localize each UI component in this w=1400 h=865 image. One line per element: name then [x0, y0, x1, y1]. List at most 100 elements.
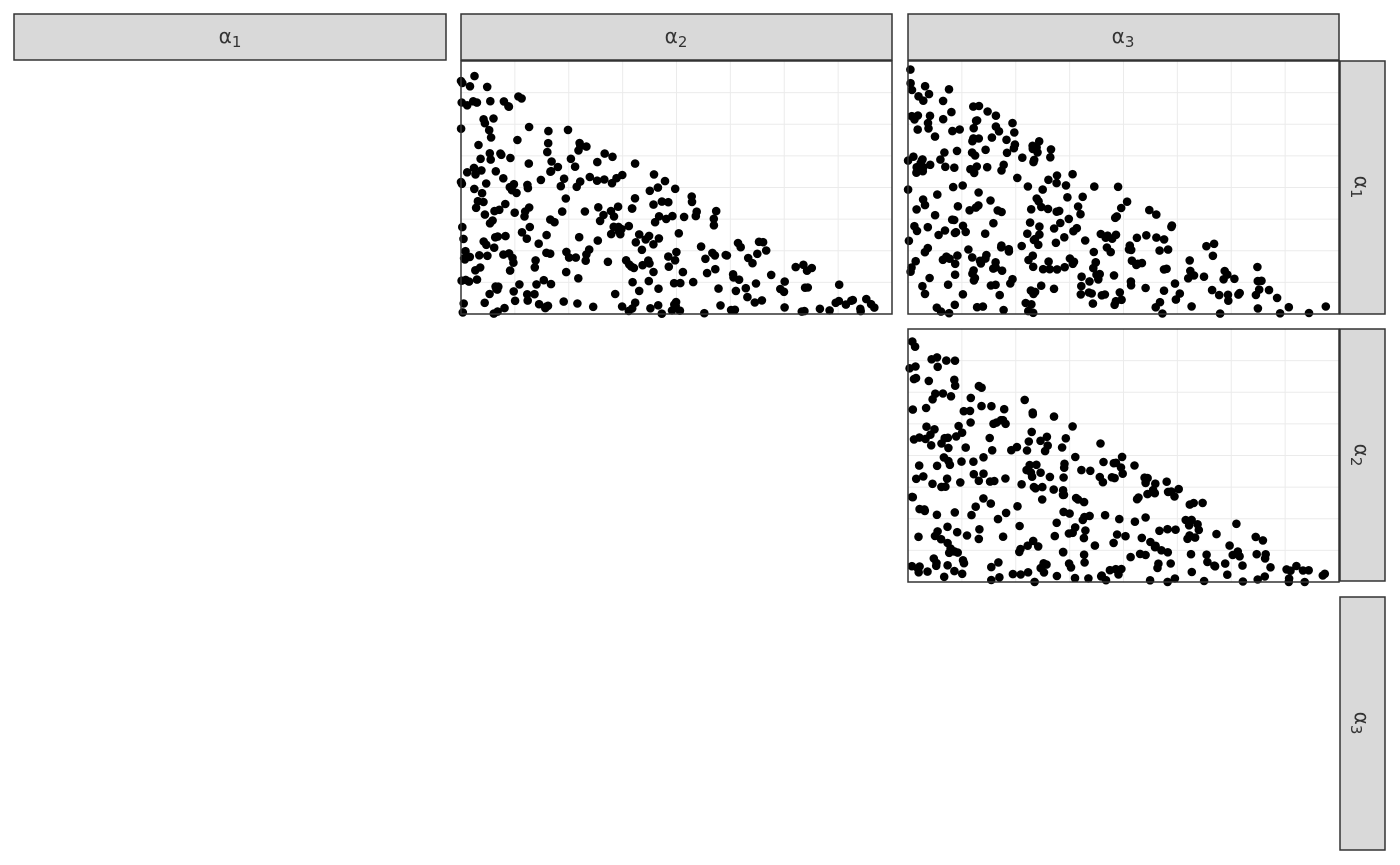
scatter-point: [987, 446, 997, 455]
scatter-point: [509, 287, 518, 296]
scatter-point: [505, 182, 515, 192]
scatter-point: [513, 135, 522, 145]
scatter-point: [1052, 171, 1062, 180]
scatter-point: [958, 181, 967, 190]
scatter-point: [1198, 498, 1207, 508]
scatter-point: [1076, 209, 1085, 219]
scatter-point: [1037, 202, 1046, 212]
scatter-point: [462, 101, 472, 110]
scatter-point: [489, 114, 498, 123]
scatter-point: [1059, 473, 1068, 482]
scatter-point: [1159, 235, 1169, 244]
scatter-point: [1043, 441, 1052, 450]
scatter-point: [1130, 517, 1140, 526]
scatter-point: [600, 175, 609, 184]
scatter-point: [920, 505, 929, 514]
scatter-point: [480, 298, 490, 308]
scatter-point: [679, 212, 689, 222]
scatter-point: [1304, 308, 1314, 318]
scatter-point: [630, 194, 640, 203]
scatter-point: [553, 162, 563, 172]
scatter-point: [1134, 493, 1143, 502]
scatter-point: [974, 534, 984, 544]
scatter-point: [943, 522, 952, 532]
scatter-point: [1064, 529, 1074, 538]
scatter-point: [1157, 546, 1166, 555]
scatter-point: [1207, 285, 1217, 295]
scatter-point: [536, 175, 546, 185]
scatter-point: [1090, 541, 1100, 550]
scatter-point: [1004, 247, 1014, 256]
scatter-point: [987, 575, 996, 585]
scatter-point: [1202, 241, 1211, 251]
scatter-point: [1183, 274, 1193, 283]
scatter-point: [1111, 458, 1121, 468]
scatter-point: [458, 222, 467, 232]
scatter-point: [1079, 533, 1089, 543]
scatter-point: [1026, 205, 1036, 214]
scatter-point: [989, 419, 998, 429]
scatter-point: [1027, 427, 1036, 437]
scatter-point: [654, 284, 663, 294]
scatter-point: [933, 190, 942, 199]
scatter-point: [1171, 525, 1180, 534]
scatter-point: [1022, 465, 1031, 475]
scatter-point: [1086, 466, 1095, 476]
scatter-point: [1174, 484, 1183, 494]
scatter-point: [1202, 550, 1211, 559]
scatter-point: [924, 376, 934, 386]
scatter-point: [510, 208, 519, 217]
scatter-point: [904, 236, 914, 246]
scatter-point: [645, 186, 655, 196]
scatter-point: [668, 211, 677, 221]
scatter-point: [731, 286, 741, 296]
scatter-point: [593, 236, 603, 245]
scatter-point: [955, 125, 964, 134]
scatter-point: [991, 263, 1000, 272]
scatter-point: [991, 111, 1001, 120]
scatter-point: [1115, 288, 1125, 297]
scatter-point: [753, 249, 762, 259]
scatter-point: [972, 116, 982, 125]
scatter-point: [1258, 536, 1268, 545]
scatter-point: [921, 403, 931, 413]
scatter-point: [1151, 303, 1160, 312]
scatter-point: [940, 148, 949, 157]
scatter-point: [1013, 173, 1022, 183]
scatter-point: [572, 182, 581, 192]
scatter-point: [520, 207, 530, 216]
scatter-point: [1272, 293, 1282, 303]
scatter-point: [1235, 552, 1244, 561]
scatter-point: [1046, 145, 1056, 154]
scatter-point: [486, 155, 496, 164]
scatter-point: [532, 280, 541, 289]
scatter-point: [517, 94, 526, 103]
scatter-point: [650, 217, 660, 227]
scatter-point: [543, 147, 552, 157]
scatter-point: [957, 457, 966, 466]
scatter-point: [692, 207, 701, 216]
scatter-point: [1064, 214, 1074, 224]
scatter-point: [1032, 194, 1041, 203]
scatter-point: [1214, 290, 1224, 300]
scatter-point: [997, 241, 1006, 250]
scatter-point: [950, 566, 959, 576]
scatter-point: [561, 194, 571, 203]
scatter-point: [1224, 296, 1233, 306]
scatter-point: [562, 247, 571, 257]
scatter-point: [1159, 286, 1169, 296]
scatter-point: [1321, 302, 1331, 311]
scatter-point: [944, 308, 954, 318]
scatter-point: [557, 207, 567, 216]
scatter-point: [1016, 570, 1025, 579]
scatter-point: [1049, 284, 1059, 294]
scatter-point: [534, 299, 544, 309]
scatter-point: [458, 308, 468, 317]
scatter-point: [932, 558, 941, 568]
scatter-point: [480, 210, 490, 219]
scatter-point: [930, 210, 940, 220]
scatter-point: [925, 273, 934, 283]
scatter-point: [922, 422, 931, 432]
scatter-point: [799, 260, 808, 270]
scatter-point: [1032, 460, 1041, 470]
